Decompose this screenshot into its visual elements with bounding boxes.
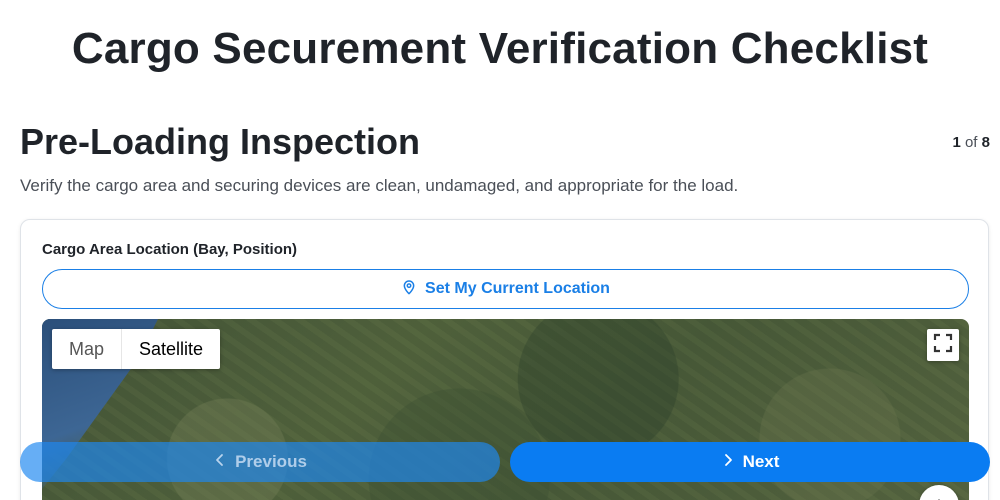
map-pegman-control[interactable] [919,485,959,500]
step-total: 8 [981,134,990,151]
next-button[interactable]: Next [510,442,990,482]
section-description: Verify the cargo area and securing devic… [20,176,739,195]
page-title: Cargo Securement Verification Checklist [71,24,929,73]
chevron-right-icon [721,452,735,472]
previous-label: Previous [235,452,307,471]
next-label: Next [742,452,780,471]
location-field-label: Cargo Area Location (Bay, Position) [42,241,298,258]
step-counter: 1 of 8 [952,134,990,151]
step-separator: of [964,134,978,151]
fullscreen-icon [933,333,953,358]
map-type-map-button[interactable]: Map [52,329,121,369]
chevron-up-icon [930,494,948,500]
chevron-left-icon [213,452,227,472]
previous-button[interactable]: Previous [20,442,500,482]
step-current: 1 [952,134,961,151]
map-type-satellite-button[interactable]: Satellite [122,329,220,369]
map-type-control: Map Satellite [52,329,221,369]
set-current-location-label: Set My Current Location [425,280,610,297]
section-title: Pre-Loading Inspection [20,121,421,162]
set-current-location-button[interactable]: Set My Current Location [42,269,969,309]
map-pin-icon [401,279,417,300]
fullscreen-button[interactable] [927,329,959,361]
